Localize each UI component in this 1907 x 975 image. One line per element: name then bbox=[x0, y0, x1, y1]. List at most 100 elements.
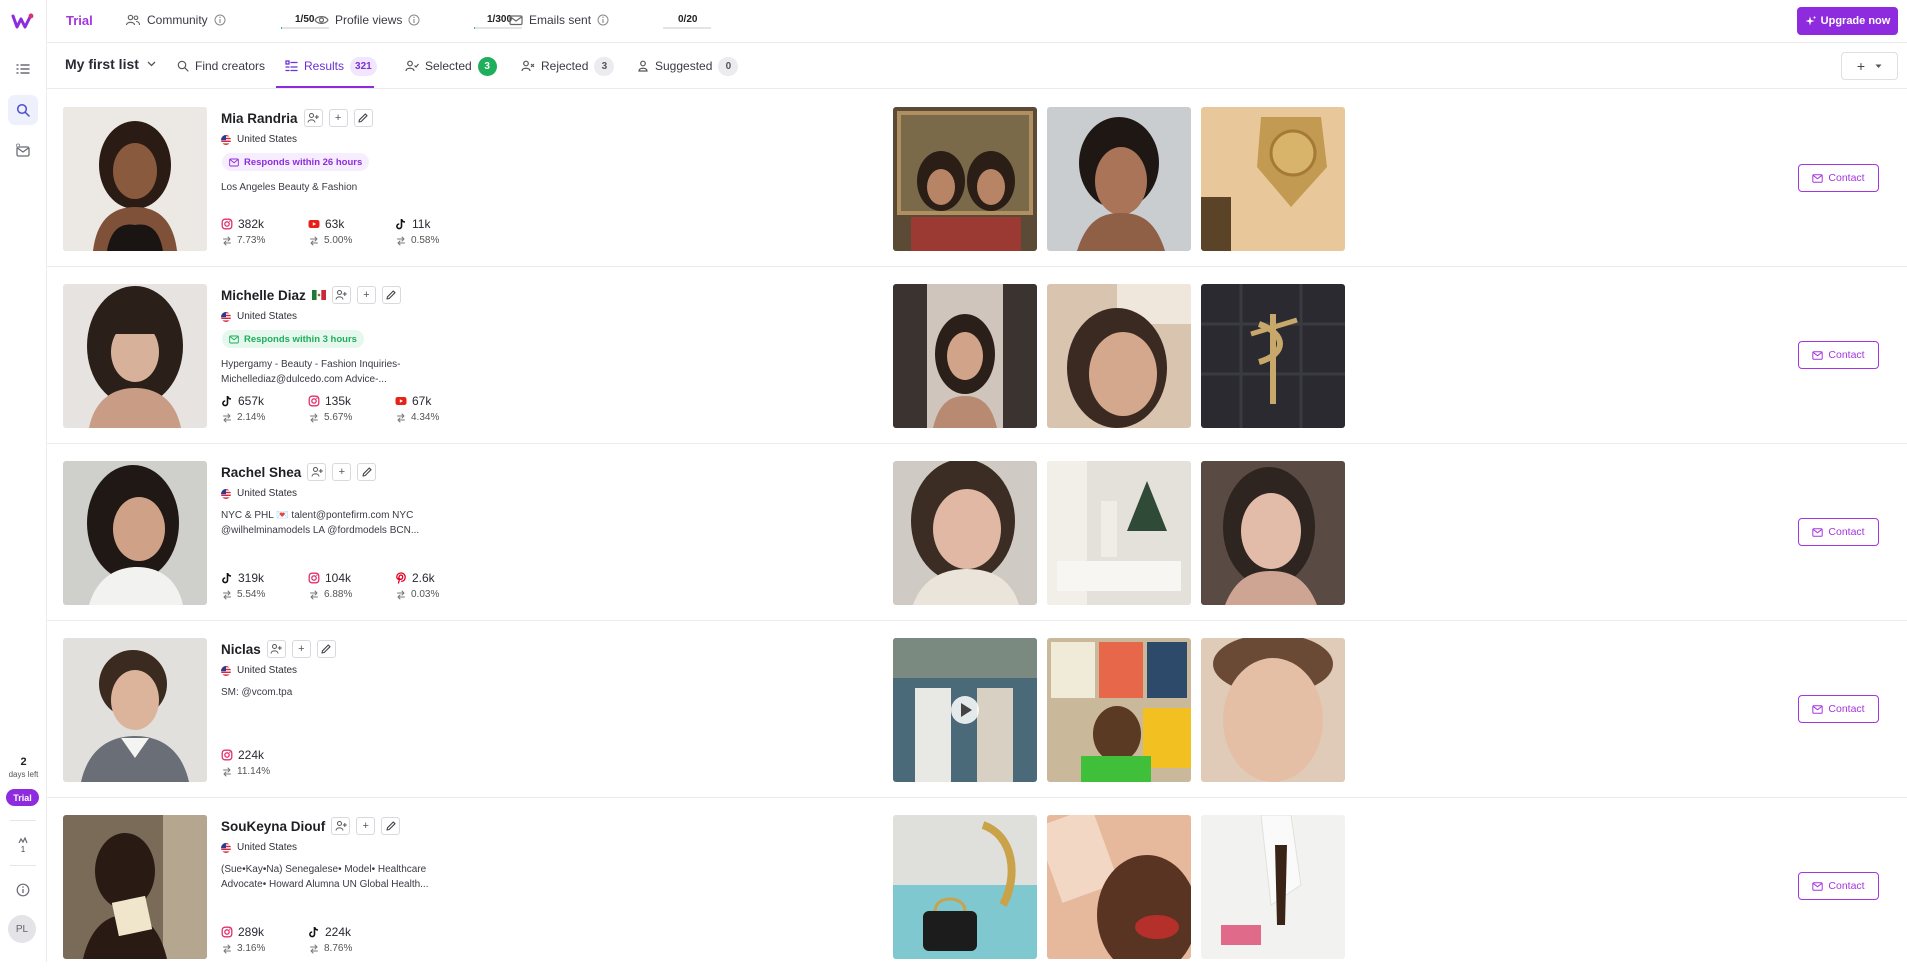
app-logo-icon[interactable] bbox=[11, 12, 35, 32]
add-to-selected-icon[interactable] bbox=[303, 109, 323, 127]
platform-stat[interactable]: 67k 4.34% bbox=[395, 394, 482, 423]
bio-line: @wilhelminamodels LA @fordmodels BCN... bbox=[221, 525, 420, 536]
tab-results[interactable]: Results 321 bbox=[285, 56, 377, 76]
creator-row[interactable]: Mia Randria + United States Responds wit… bbox=[47, 90, 1907, 267]
edit-pencil-icon[interactable] bbox=[316, 640, 336, 658]
add-plus-icon[interactable]: + bbox=[356, 286, 376, 304]
engagement-rate: 8.76% bbox=[324, 943, 353, 954]
content-thumbnail[interactable] bbox=[893, 284, 1037, 428]
response-time-badge: Responds within 26 hours bbox=[222, 153, 370, 171]
search-nav-icon[interactable] bbox=[8, 95, 38, 125]
content-thumbnail[interactable] bbox=[1201, 815, 1345, 959]
contact-button[interactable]: Contact bbox=[1798, 164, 1879, 192]
list-view-icon[interactable] bbox=[8, 54, 38, 84]
trial-badge[interactable]: Trial bbox=[6, 789, 39, 806]
platform-stat[interactable]: 11k 0.58% bbox=[395, 217, 482, 246]
inbox-nav-icon[interactable] bbox=[8, 136, 38, 166]
creator-profile-photo[interactable] bbox=[63, 461, 207, 605]
creator-row[interactable]: Michelle Diaz + United States Responds w… bbox=[47, 267, 1907, 444]
add-menu-button[interactable]: + bbox=[1841, 52, 1898, 80]
tab-find-creators[interactable]: Find creators bbox=[177, 56, 265, 76]
quota-emails-sent-bar bbox=[663, 27, 711, 29]
platform-stat[interactable]: 2.6k 0.03% bbox=[395, 571, 482, 600]
content-thumbnail[interactable] bbox=[1047, 107, 1191, 251]
creator-name[interactable]: Michelle Diaz bbox=[221, 288, 306, 303]
edit-pencil-icon[interactable] bbox=[357, 463, 377, 481]
platform-stat[interactable]: 224k 11.14% bbox=[221, 748, 308, 777]
creator-profile-photo[interactable] bbox=[63, 107, 207, 251]
contact-button[interactable]: Contact bbox=[1798, 695, 1879, 723]
content-thumbnail[interactable] bbox=[893, 815, 1037, 959]
tab-rejected[interactable]: Rejected 3 bbox=[521, 56, 615, 76]
contact-button[interactable]: Contact bbox=[1798, 872, 1879, 900]
country-label: United States bbox=[237, 665, 298, 676]
user-avatar[interactable]: PL bbox=[8, 915, 36, 943]
edit-pencil-icon[interactable] bbox=[381, 286, 401, 304]
creator-name-line: Mia Randria + bbox=[221, 109, 373, 127]
contact-button[interactable]: Contact bbox=[1798, 518, 1879, 546]
content-thumbnail[interactable] bbox=[1201, 107, 1345, 251]
creator-name[interactable]: Niclas bbox=[221, 642, 261, 657]
upgrade-button[interactable]: Upgrade now bbox=[1797, 7, 1898, 35]
platform-stat[interactable]: 657k 2.14% bbox=[221, 394, 308, 423]
add-to-selected-icon[interactable] bbox=[331, 817, 351, 835]
platform-stat[interactable]: 319k 5.54% bbox=[221, 571, 308, 600]
credits-counter[interactable]: 1 bbox=[8, 830, 38, 860]
tab-selected[interactable]: Selected 3 bbox=[405, 56, 497, 76]
country-label: United States bbox=[237, 134, 298, 145]
add-plus-icon[interactable]: + bbox=[356, 817, 376, 835]
selected-count-badge: 3 bbox=[477, 56, 497, 76]
contact-button[interactable]: Contact bbox=[1798, 341, 1879, 369]
content-thumbnail[interactable] bbox=[1201, 284, 1345, 428]
add-to-selected-icon[interactable] bbox=[307, 463, 327, 481]
content-thumbnail[interactable] bbox=[1047, 461, 1191, 605]
creator-profile-photo[interactable] bbox=[63, 815, 207, 959]
creator-row[interactable]: SouKeyna Diouf + United States (Sue•Kay•… bbox=[47, 798, 1907, 975]
engagement-icon bbox=[222, 944, 232, 954]
add-plus-icon[interactable]: + bbox=[291, 640, 311, 658]
creator-name[interactable]: SouKeyna Diouf bbox=[221, 819, 325, 834]
contact-button-label: Contact bbox=[1828, 880, 1865, 892]
tab-suggested[interactable]: Suggested 0 bbox=[637, 56, 739, 76]
edit-pencil-icon[interactable] bbox=[381, 817, 401, 835]
user-star-icon bbox=[637, 60, 649, 72]
creator-profile-photo[interactable] bbox=[63, 638, 207, 782]
creator-row[interactable]: Rachel Shea + United States NYC & PHL 💌 … bbox=[47, 444, 1907, 621]
content-thumbnail[interactable] bbox=[1201, 638, 1345, 782]
user-x-icon bbox=[521, 60, 535, 72]
platform-stat[interactable]: 224k 8.76% bbox=[308, 925, 395, 954]
info-icon[interactable] bbox=[597, 14, 609, 26]
content-thumbnail[interactable] bbox=[1047, 638, 1191, 782]
add-plus-icon[interactable]: + bbox=[332, 463, 352, 481]
add-plus-icon[interactable]: + bbox=[328, 109, 348, 127]
followers-count: 2.6k bbox=[412, 571, 435, 585]
content-thumbnail[interactable] bbox=[893, 638, 1037, 782]
help-info-icon[interactable] bbox=[8, 875, 38, 905]
platform-stat[interactable]: 382k 7.73% bbox=[221, 217, 308, 246]
content-thumbnail[interactable] bbox=[1047, 284, 1191, 428]
followers-count: 382k bbox=[238, 217, 265, 231]
content-thumbnail[interactable] bbox=[1047, 815, 1191, 959]
content-thumbnails bbox=[893, 107, 1345, 251]
creator-row[interactable]: Niclas + United States SM: @vcom.tpa 224… bbox=[47, 621, 1907, 798]
platform-stat[interactable]: 104k 6.88% bbox=[308, 571, 395, 600]
eye-icon bbox=[314, 14, 329, 26]
add-to-selected-icon[interactable] bbox=[266, 640, 286, 658]
response-time-badge: Responds within 3 hours bbox=[222, 330, 364, 348]
quota-emails-sent: Emails sent 0/20 bbox=[509, 13, 711, 29]
platform-stat[interactable]: 135k 5.67% bbox=[308, 394, 395, 423]
info-icon[interactable] bbox=[214, 14, 226, 26]
creator-name[interactable]: Mia Randria bbox=[221, 111, 298, 126]
platform-stat[interactable]: 289k 3.16% bbox=[221, 925, 308, 954]
add-to-selected-icon[interactable] bbox=[331, 286, 351, 304]
creator-name[interactable]: Rachel Shea bbox=[221, 465, 301, 480]
results-list-icon bbox=[285, 60, 298, 72]
edit-pencil-icon[interactable] bbox=[353, 109, 373, 127]
list-selector[interactable]: My first list bbox=[65, 56, 156, 72]
content-thumbnail[interactable] bbox=[893, 107, 1037, 251]
creator-profile-photo[interactable] bbox=[63, 284, 207, 428]
info-icon[interactable] bbox=[408, 14, 420, 26]
platform-stat[interactable]: 63k 5.00% bbox=[308, 217, 395, 246]
content-thumbnail[interactable] bbox=[1201, 461, 1345, 605]
content-thumbnail[interactable] bbox=[893, 461, 1037, 605]
